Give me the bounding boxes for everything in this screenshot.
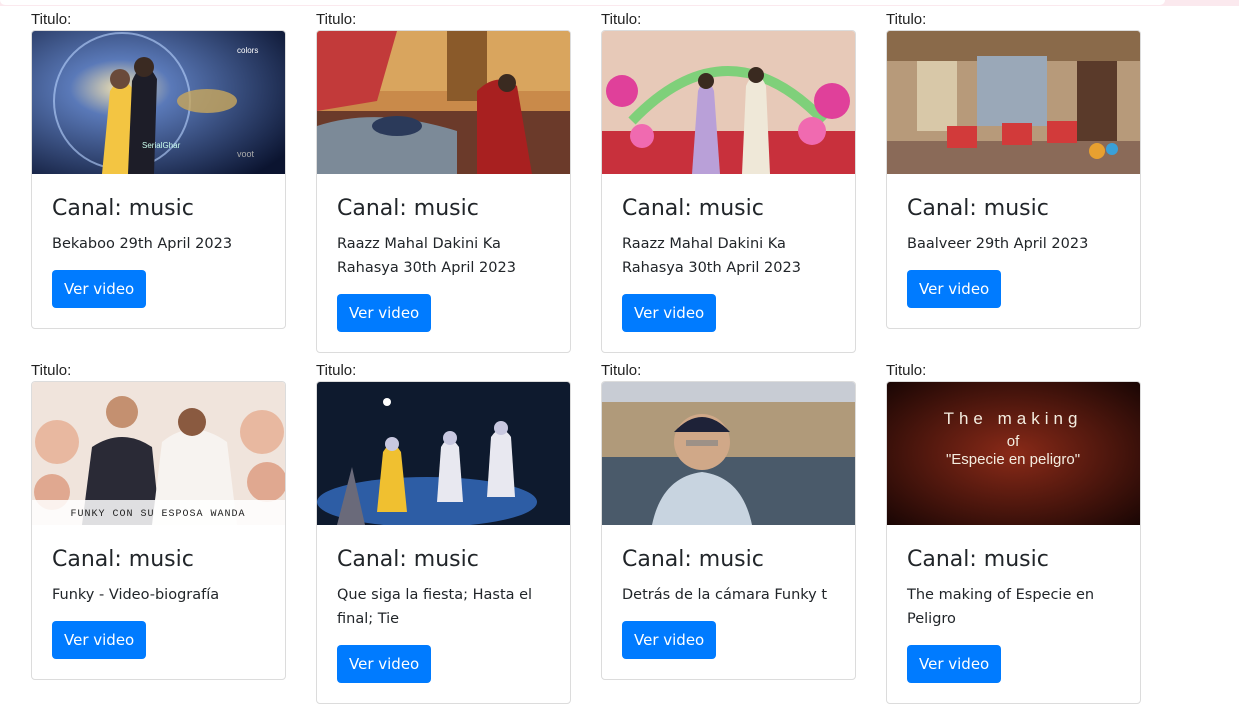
watch-video-button[interactable]: Ver video xyxy=(52,621,147,659)
video-item-8: Titulo: The making of "Especie en peligr… xyxy=(886,362,1141,704)
watch-video-button[interactable]: Ver video xyxy=(337,645,432,683)
palace-hall-thumbnail[interactable] xyxy=(887,31,1140,174)
svg-text:voot: voot xyxy=(237,149,255,159)
watch-video-button[interactable]: Ver video xyxy=(622,621,717,659)
video-card: colors SerialGhar voot Canal: music Beka… xyxy=(31,30,286,329)
svg-text:SerialGhar: SerialGhar xyxy=(142,141,181,150)
channel-title: Canal: music xyxy=(622,196,764,221)
watch-video-button[interactable]: Ver video xyxy=(337,294,432,332)
video-card: FUNKY CON SU ESPOSA WANDA Canal: music F… xyxy=(31,381,286,680)
video-description: Raazz Mahal Dakini Ka Rahasya 30th April… xyxy=(622,236,801,276)
couple-cosmic-thumbnail[interactable]: colors SerialGhar voot xyxy=(32,31,285,174)
title-label: Titulo: xyxy=(31,11,72,28)
video-description: The making of Especie en Peligro xyxy=(907,587,1095,627)
title-label: Titulo: xyxy=(31,362,72,379)
watch-video-button[interactable]: Ver video xyxy=(52,270,147,308)
man-river-thumbnail[interactable] xyxy=(602,382,855,525)
title-label: Titulo: xyxy=(601,11,642,28)
video-description: Detrás de la cámara Funky t xyxy=(622,587,828,603)
video-description: Bekaboo 29th April 2023 xyxy=(52,236,233,252)
video-card: Canal: music Raazz Mahal Dakini Ka Rahas… xyxy=(316,30,571,353)
title-card-thumbnail[interactable]: The making of "Especie en peligro" xyxy=(887,382,1140,525)
watch-video-button[interactable]: Ver video xyxy=(907,270,1002,308)
channel-title: Canal: music xyxy=(337,196,479,221)
video-card: Canal: music Raazz Mahal Dakini Ka Rahas… xyxy=(601,30,856,353)
svg-text:The making: The making xyxy=(944,409,1083,428)
video-item-1: Titulo: colors SerialGhar voot Canal: mu… xyxy=(31,11,286,329)
palace-bedroom-thumbnail[interactable] xyxy=(317,31,570,174)
video-item-2: Titulo: Canal: music Raazz Mahal Dakini … xyxy=(316,11,571,353)
video-description: Que siga la fiesta; Hasta el final; Tie xyxy=(337,587,533,627)
thumb-caption: FUNKY CON SU ESPOSA WANDA xyxy=(70,509,245,520)
dancers-stage-thumbnail[interactable] xyxy=(317,382,570,525)
channel-title: Canal: music xyxy=(52,547,194,572)
browser-top-strip xyxy=(0,0,1239,6)
title-label: Titulo: xyxy=(316,362,357,379)
video-card: Canal: music Baalveer 29th April 2023 Ve… xyxy=(886,30,1141,329)
channel-title: Canal: music xyxy=(907,547,1049,572)
video-description: Baalveer 29th April 2023 xyxy=(907,236,1089,252)
video-card: Canal: music Detrás de la cámara Funky t… xyxy=(601,381,856,680)
video-item-4: Titulo: Canal: music Baalveer 29th April… xyxy=(886,11,1141,329)
wedding-flowers-thumbnail[interactable] xyxy=(602,31,855,174)
svg-text:"Especie en peligro": "Especie en peligro" xyxy=(946,451,1080,468)
video-description: Funky - Video-biografía xyxy=(52,587,220,603)
channel-title: Canal: music xyxy=(622,547,764,572)
title-label: Titulo: xyxy=(601,362,642,379)
title-label: Titulo: xyxy=(316,11,357,28)
video-description: Raazz Mahal Dakini Ka Rahasya 30th April… xyxy=(337,236,516,276)
channel-title: Canal: music xyxy=(337,547,479,572)
top-pill xyxy=(0,0,1165,5)
channel-title: Canal: music xyxy=(907,196,1049,221)
watch-video-button[interactable]: Ver video xyxy=(622,294,717,332)
svg-text:colors: colors xyxy=(237,46,258,55)
watch-video-button[interactable]: Ver video xyxy=(907,645,1002,683)
video-item-3: Titulo: Canal: music Raazz Mahal Dakini … xyxy=(601,11,856,353)
title-label: Titulo: xyxy=(886,362,927,379)
channel-title: Canal: music xyxy=(52,196,194,221)
video-item-6: Titulo: Canal: music Que siga la fiesta;… xyxy=(316,362,571,704)
video-item-7: Titulo: Canal: music Detrás de la cámara… xyxy=(601,362,856,680)
video-card: Canal: music Que siga la fiesta; Hasta e… xyxy=(316,381,571,704)
title-label: Titulo: xyxy=(886,11,927,28)
video-item-5: Titulo: FUNKY CON SU ESPOSA WANDA Canal:… xyxy=(31,362,286,680)
video-card: The making of "Especie en peligro" Canal… xyxy=(886,381,1141,704)
wedding-photo-thumbnail[interactable]: FUNKY CON SU ESPOSA WANDA xyxy=(32,382,285,525)
svg-text:of: of xyxy=(1007,433,1020,450)
